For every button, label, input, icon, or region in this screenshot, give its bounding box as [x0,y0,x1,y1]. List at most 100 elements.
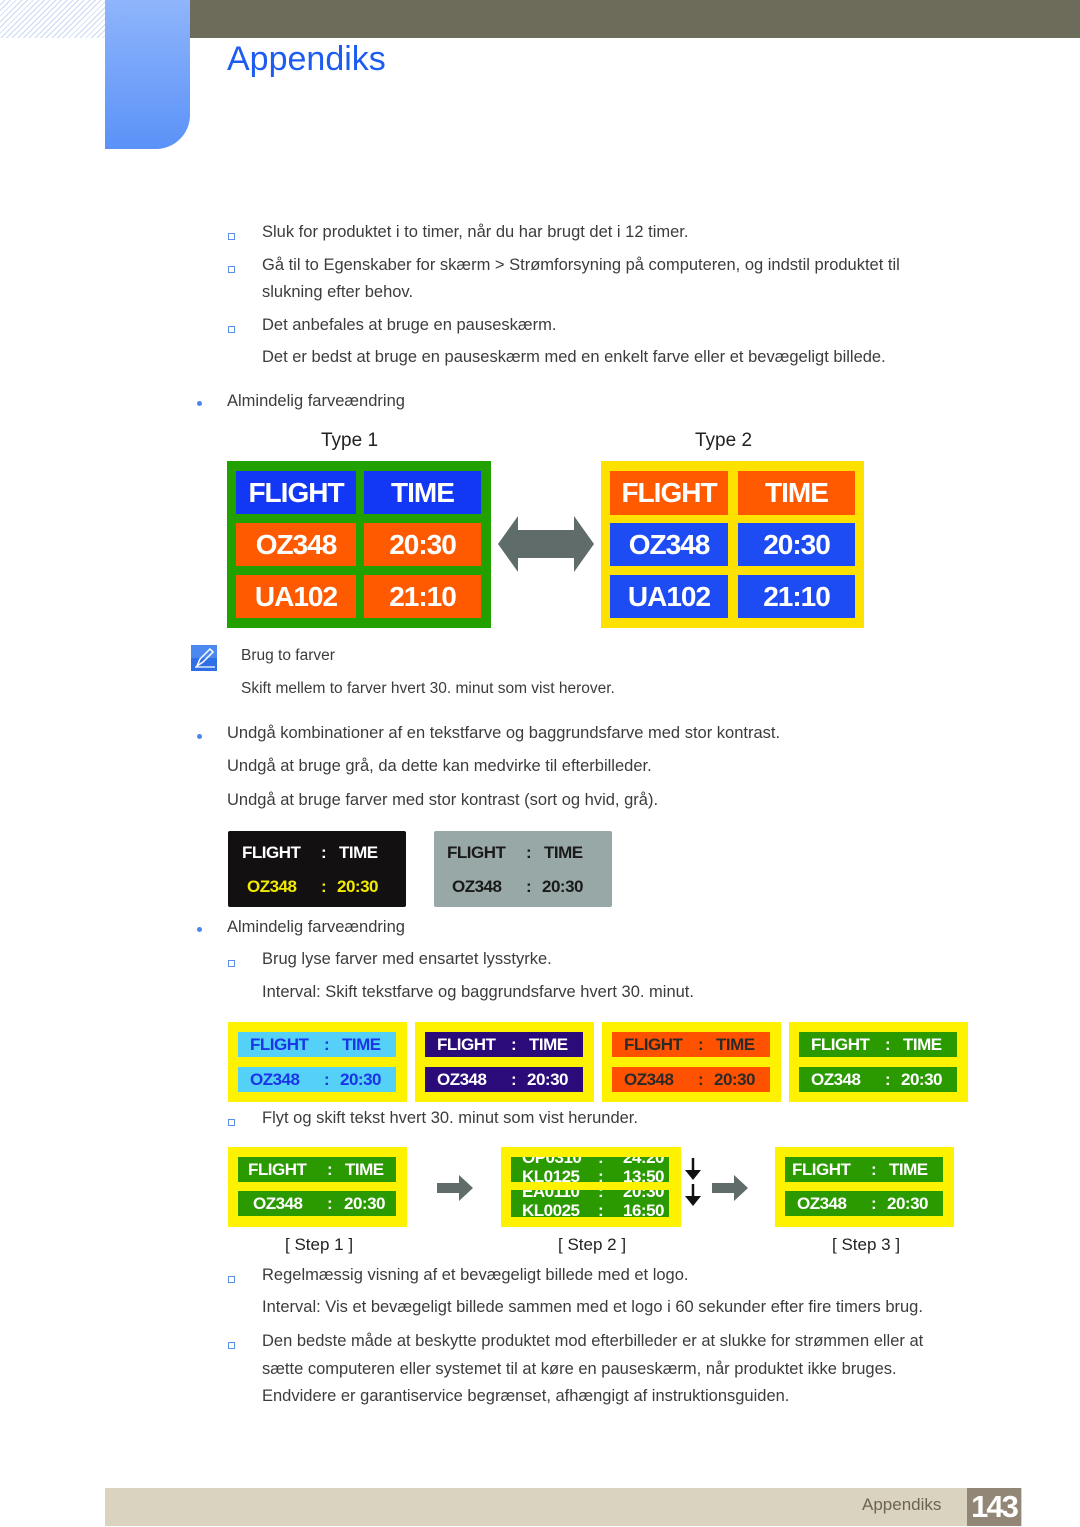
panel-text-time-value: 20:30 [714,1069,755,1089]
scroll-text-colon: : [598,1201,604,1217]
square-bullet-icon [228,960,235,967]
step-row-scrolling: EA0110 : 20:30 KL0025 : 16:50 [511,1190,669,1217]
panel-text-colon: : [526,843,532,862]
page-number: 143 [967,1488,1021,1526]
panel-text-flight-code: OZ348 [811,1069,861,1089]
swap-arrow-icon [498,516,594,572]
type1-board: FLIGHT TIME OZ348 20:30 UA102 21:10 [227,461,491,628]
step3-panel: FLIGHT : TIME OZ348 : 20:30 [775,1147,954,1227]
paragraph: Brug lyse farver med ensartet lysstyrke. [262,950,552,968]
panel-text-colon: : [327,1159,333,1179]
panel-text-colon: : [871,1159,877,1179]
type2-label: Type 2 [695,430,753,451]
header-bar [190,0,1080,38]
panel-text-flight-code: OZ348 [452,877,502,896]
panel-text-flight: FLIGHT [624,1034,683,1054]
paragraph: Interval: Skift tekstfarve og baggrundsf… [262,983,694,1001]
step1-panel: FLIGHT : TIME OZ348 : 20:30 [228,1147,407,1227]
scroll-text-flight: KL0025 [522,1201,580,1217]
right-arrow-icon [712,1175,748,1201]
down-arrows-icon [685,1158,701,1206]
panel-text-time: TIME [339,843,378,862]
paragraph: Det anbefales at bruge en pauseskærm. [262,316,557,334]
paragraph: Det er bedst at bruge en pauseskærm med … [262,348,886,366]
color-panel: FLIGHT: TIME OZ348:20:30 [228,1022,407,1102]
panel-text-flight: FLIGHT [242,843,301,862]
panel-text-flight: FLIGHT [792,1159,851,1179]
panel-text-time: TIME [889,1159,928,1179]
high-contrast-panel: FLIGHT : TIME OZ348 : 20:30 [228,831,406,907]
color-panel: FLIGHT: TIME OZ348:20:30 [602,1022,781,1102]
header-hatch-decoration [0,0,105,38]
bullet-heading: Almindelig farveændring [227,918,405,936]
paragraph: Interval: Vis et bevægeligt billede samm… [262,1298,923,1316]
panel-text-time-value: 20:30 [527,1069,568,1089]
square-bullet-icon [228,233,235,240]
board-header-flight: FLIGHT [236,471,356,514]
type2-board: FLIGHT TIME OZ348 20:30 UA102 21:10 [601,461,864,628]
dot-bullet-icon [197,401,202,406]
panel-text-time: TIME [544,843,583,862]
paragraph: Undgå at bruge grå, da dette kan medvirk… [227,757,652,775]
board-cell-flight: UA102 [610,575,728,618]
panel-text-time: TIME [903,1034,942,1054]
board-cell-time: 20:30 [738,523,855,566]
paragraph: Undgå at bruge farver med stor kontrast … [227,791,659,809]
chapter-tab [105,0,190,149]
panel-text-time-value: 20:30 [542,877,583,896]
board-header-time: TIME [738,471,855,515]
step3-label: [ Step 3 ] [832,1235,901,1254]
panel-text-flight: FLIGHT [248,1159,307,1179]
panel-text-time-value: 20:30 [344,1193,385,1213]
panel-text-time-value: 20:30 [340,1069,381,1089]
page-title: Appendiks [227,40,386,78]
panel-text-colon: : [324,1034,330,1054]
panel-text-flight: FLIGHT [437,1034,496,1054]
panel-text-colon: : [698,1069,704,1089]
square-bullet-icon [228,326,235,333]
panel-text-flight: FLIGHT [811,1034,870,1054]
panel-text-colon: : [511,1034,517,1054]
panel-text-colon: : [321,843,327,862]
paragraph: Undgå kombinationer af en tekstfarve og … [227,724,781,742]
type1-label: Type 1 [321,430,379,451]
step-row-scrolling: OP0310 : 24:20 KL0125 : 13:50 [511,1157,669,1182]
board-cell-flight: OZ348 [610,523,728,566]
scroll-text-time: 13:50 [623,1167,664,1182]
paragraph: Gå til to Egenskaber for skærm > Strømfo… [262,256,900,274]
paragraph: Regelmæssig visning af et bevægeligt bil… [262,1266,689,1284]
paragraph: Sluk for produktet i to timer, når du ha… [262,223,689,241]
panel-text-colon: : [871,1193,877,1213]
panel-text-flight-code: OZ348 [797,1193,847,1213]
panel-text-flight-code: OZ348 [624,1069,674,1089]
step2-panel: OP0310 : 24:20 KL0125 : 13:50 EA0110 : 2… [501,1147,681,1227]
paragraph: Endvidere er garantiservice begrænset, a… [262,1387,790,1405]
panel-text-flight: FLIGHT [250,1034,309,1054]
square-bullet-icon [228,1119,235,1126]
square-bullet-icon [228,1342,235,1349]
panel-text-time-value: 20:30 [337,877,378,896]
panel-text-colon: : [321,877,327,896]
dot-bullet-icon [197,734,202,739]
panel-text-time: TIME [529,1034,568,1054]
right-arrow-icon [437,1175,473,1201]
step1-label: [ Step 1 ] [285,1235,354,1254]
paragraph: slukning efter behov. [262,283,414,301]
panel-text-flight: FLIGHT [447,843,506,862]
note-title: Brug to farver [241,647,335,664]
panel-text-colon: : [885,1069,891,1089]
note-pencil-icon [191,645,217,671]
board-cell-time: 20:30 [364,523,481,566]
panel-text-colon: : [511,1069,517,1089]
bullet-heading: Almindelig farveændring [227,392,405,410]
panel-text-time-value: 20:30 [887,1193,928,1213]
square-bullet-icon [228,266,235,273]
board-cell-time: 21:10 [738,575,855,618]
panel-text-time: TIME [716,1034,755,1054]
paragraph: Flyt og skift tekst hvert 30. minut som … [262,1109,638,1127]
panel-text-colon: : [324,1069,330,1089]
board-header-flight: FLIGHT [610,471,728,515]
panel-text-time: TIME [342,1034,381,1054]
board-header-time: TIME [364,471,481,514]
panel-text-colon: : [526,877,532,896]
